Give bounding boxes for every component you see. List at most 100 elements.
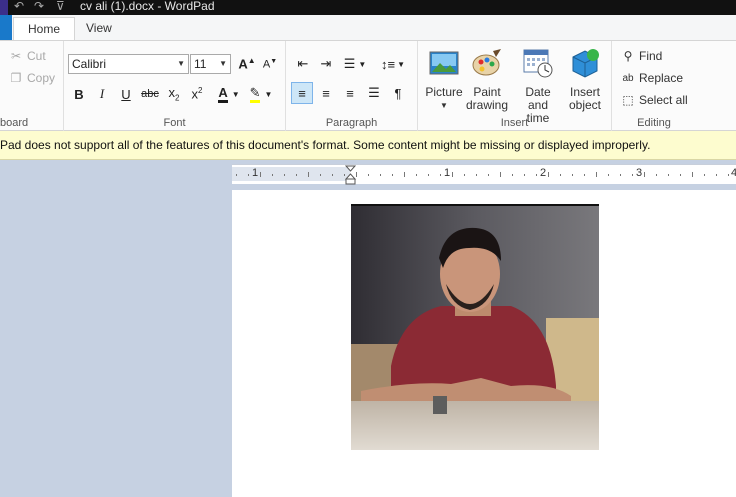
copy-label: Copy	[27, 71, 56, 85]
customize-quick-access-icon[interactable]: ⊽	[56, 0, 65, 13]
embedded-photo[interactable]	[351, 204, 599, 450]
bullets-button[interactable]: ☰ ▼	[340, 53, 370, 75]
chevron-down-icon: ▼	[358, 59, 367, 69]
ruler-tick	[716, 174, 717, 176]
paragraph-dialog-button[interactable]: ¶	[387, 82, 409, 104]
italic-button[interactable]: I	[91, 83, 113, 105]
calendar-clock-icon	[523, 49, 553, 78]
title-bar: ↶ ↷ ⊽ cv ali (1).docx - WordPad	[0, 0, 736, 15]
ruler-tick	[692, 172, 693, 177]
window-title: cv ali (1).docx - WordPad	[80, 0, 215, 13]
clipboard-group-label: board	[0, 117, 29, 129]
align-right-button[interactable]: ≡	[339, 82, 361, 104]
editing-group: ⚲ Find ab Replace ⬚ Select all Editing	[612, 41, 696, 131]
ruler-tick	[668, 174, 669, 176]
grow-font-icon: A▲	[238, 56, 256, 72]
ruler-tick	[572, 174, 573, 176]
ruler-tick	[380, 174, 381, 176]
insert-object-button[interactable]: Insert object	[563, 45, 607, 112]
clipboard-group: ✂ Cut ❐ Copy board	[0, 41, 64, 131]
strikethrough-button[interactable]: abc	[139, 83, 161, 105]
replace-label: Replace	[639, 71, 684, 85]
file-menu-tab[interactable]	[0, 15, 12, 40]
picture-button[interactable]: Picture ▼	[422, 45, 466, 112]
decrease-indent-button[interactable]: ⇤	[292, 53, 314, 75]
copy-button[interactable]: ❐ Copy	[8, 68, 55, 88]
font-group: Calibri ▼ 11 ▼ A▲ A▼ B I U abc x2 x2 A ▼…	[64, 41, 286, 131]
bullet-list-icon: ☰	[343, 56, 356, 71]
ruler-label: 3	[636, 167, 643, 179]
chevron-down-icon: ▼	[397, 59, 405, 69]
italic-icon: I	[99, 86, 105, 101]
tab-view[interactable]: View	[72, 17, 126, 40]
chevron-down-icon: ▼	[219, 59, 227, 68]
ruler-tick	[512, 174, 513, 176]
datetime-label-1: Date and	[525, 85, 551, 112]
highlighter-icon: ✎	[249, 85, 261, 103]
picture-icon	[429, 51, 459, 75]
insert-group: Picture ▼ Paint drawing Date and time In…	[418, 41, 612, 131]
ruler-tick	[416, 174, 417, 176]
chevron-down-icon: ▼	[264, 89, 273, 99]
subscript-icon: x2	[168, 85, 180, 103]
paint-label-2: drawing	[465, 98, 509, 112]
line-spacing-icon: ↕≡	[380, 56, 396, 72]
strikethrough-icon: abc	[141, 88, 159, 100]
wordpad-app-icon	[0, 0, 8, 15]
line-spacing-button[interactable]: ↕≡ ▼	[378, 53, 408, 75]
ruler[interactable]: 1 1 2 3 4	[232, 164, 736, 185]
replace-icon: ab	[622, 72, 634, 84]
text-color-button[interactable]: A ▼	[214, 83, 244, 105]
ruler-tick	[488, 174, 489, 176]
ruler-tick	[620, 174, 621, 176]
font-family-select[interactable]: Calibri ▼	[68, 54, 189, 74]
tab-home[interactable]: Home	[13, 17, 76, 41]
ruler-tick	[524, 174, 525, 176]
ruler-tick	[560, 174, 561, 176]
ruler-tick	[704, 174, 705, 176]
scissors-icon: ✂	[10, 49, 22, 63]
align-center-button[interactable]: ≡	[315, 82, 337, 104]
align-left-icon: ≡	[298, 85, 306, 101]
ruler-tick	[428, 174, 429, 176]
indent-marker-icon[interactable]	[345, 165, 356, 185]
paragraph-settings-icon: ¶	[394, 85, 402, 101]
cut-button[interactable]: ✂ Cut	[8, 46, 46, 66]
superscript-button[interactable]: x2	[186, 83, 208, 105]
find-button[interactable]: ⚲ Find	[620, 46, 663, 66]
increase-indent-button[interactable]: ⇥	[315, 53, 337, 75]
ruler-tick	[632, 174, 633, 176]
copy-icon: ❐	[10, 71, 22, 85]
underline-button[interactable]: U	[115, 83, 137, 105]
bold-button[interactable]: B	[68, 83, 90, 105]
subscript-button[interactable]: x2	[163, 83, 185, 105]
paint-drawing-button[interactable]: Paint drawing	[465, 45, 509, 112]
ribbon: ✂ Cut ❐ Copy board Calibri ▼ 11 ▼ A▲ A▼ …	[0, 40, 736, 131]
ruler-tick	[596, 172, 597, 177]
ruler-tick	[296, 174, 297, 176]
cut-label: Cut	[27, 49, 46, 63]
decrease-indent-icon: ⇤	[297, 56, 309, 71]
ruler-label: 2	[540, 167, 547, 179]
shrink-font-icon: A▼	[262, 57, 278, 71]
shrink-font-button[interactable]: A▼	[259, 53, 281, 75]
redo-icon[interactable]: ↷	[34, 0, 44, 13]
undo-icon[interactable]: ↶	[14, 0, 24, 13]
ruler-tick	[368, 174, 369, 176]
justify-button[interactable]: ☰	[363, 82, 385, 104]
select-all-label: Select all	[639, 93, 688, 107]
highlight-color-button[interactable]: ✎ ▼	[246, 83, 276, 105]
paint-palette-icon	[472, 49, 501, 76]
ruler-tick	[248, 174, 249, 176]
grow-font-button[interactable]: A▲	[236, 53, 258, 75]
format-warning-bar: Pad does not support all of the features…	[0, 131, 736, 160]
align-left-button[interactable]: ≡	[291, 82, 313, 104]
date-time-button[interactable]: Date and time	[514, 45, 562, 125]
insert-object-icon	[572, 49, 599, 78]
ruler-tick	[440, 174, 441, 176]
select-all-button[interactable]: ⬚ Select all	[620, 90, 688, 110]
align-center-icon: ≡	[322, 85, 330, 101]
font-size-select[interactable]: 11 ▼	[190, 54, 231, 74]
paragraph-group: ⇤ ⇥ ☰ ▼ ↕≡ ▼ ≡ ≡ ≡ ☰ ¶ Paragraph	[286, 41, 418, 131]
replace-button[interactable]: ab Replace	[620, 68, 683, 88]
